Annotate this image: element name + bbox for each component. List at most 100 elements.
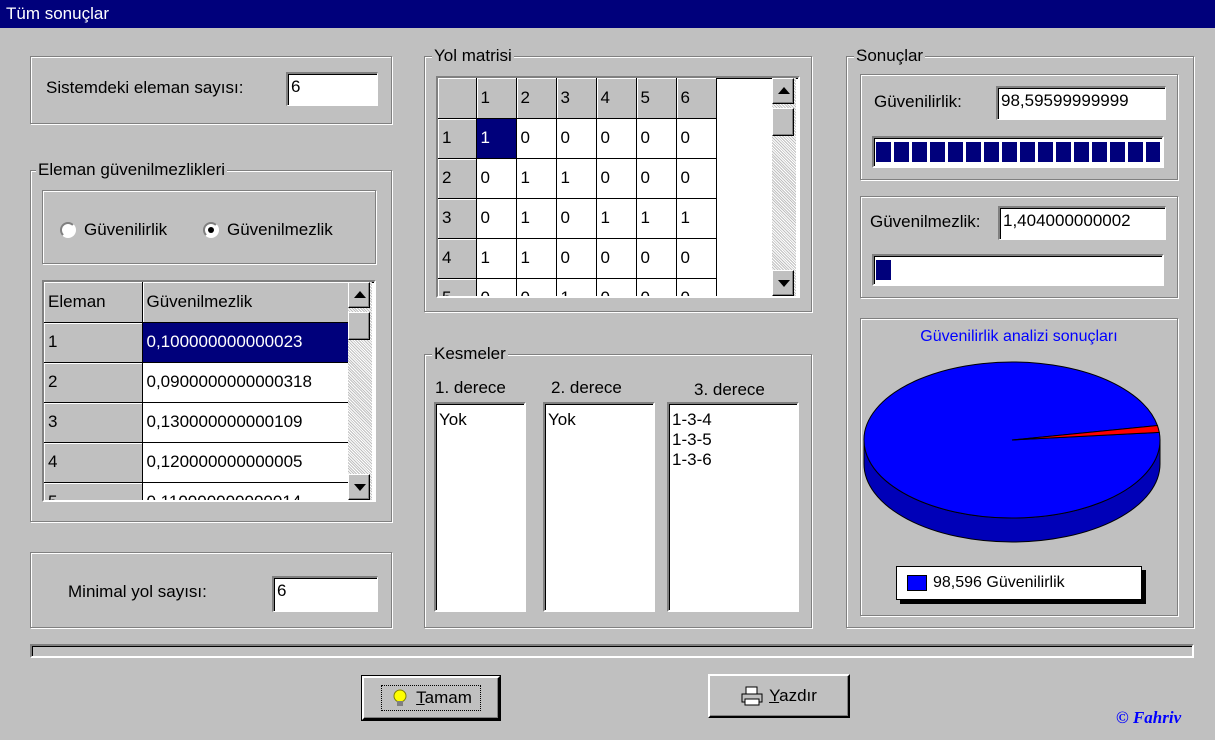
matrix-cell[interactable]: 1	[556, 158, 597, 199]
table-row[interactable]: 2 0 1 1 0 0 0	[438, 158, 717, 199]
matrix-cell[interactable]: 1	[556, 278, 597, 296]
print-button[interactable]: Yazdır	[708, 674, 850, 718]
cuts-list-2[interactable]: Yok	[543, 402, 655, 612]
scroll-up-button[interactable]	[348, 282, 370, 308]
matrix-cell[interactable]: 0	[556, 118, 597, 159]
scroll-up-button[interactable]	[772, 78, 794, 104]
grid-scrollbar[interactable]	[348, 282, 372, 500]
path-matrix-grid[interactable]: 1 2 3 4 5 6 1 1 0 0 0 0 0 2 0 1 1 0 0 0 …	[436, 76, 800, 298]
grid-row-label: 2	[44, 362, 143, 403]
lightbulb-icon	[393, 689, 407, 706]
grid-cell[interactable]: 0,110000000000014	[142, 482, 349, 500]
grid-cell[interactable]: 0,120000000000005	[142, 442, 349, 483]
matrix-cell[interactable]: 1	[516, 198, 557, 239]
list-item[interactable]: 1-3-4	[672, 410, 794, 430]
matrix-cell[interactable]: 0	[476, 158, 517, 199]
scroll-thumb[interactable]	[348, 312, 370, 340]
matrix-cell[interactable]: 0	[676, 238, 717, 279]
reliability-field[interactable]: 98,59599999999	[996, 86, 1166, 120]
matrix-cell[interactable]: 0	[676, 278, 717, 296]
matrix-col-header: 6	[676, 78, 717, 119]
status-bar	[30, 644, 1194, 658]
cuts-list-1[interactable]: Yok	[434, 402, 526, 612]
cuts-list-3[interactable]: 1-3-4 1-3-5 1-3-6	[667, 402, 799, 612]
list-item[interactable]: Yok	[439, 410, 521, 430]
ok-button[interactable]: Tamam	[361, 675, 501, 721]
radio-unreliability-label: Güvenilmezlik	[227, 220, 333, 239]
progress-block	[876, 142, 891, 162]
list-item[interactable]: Yok	[548, 410, 650, 430]
matrix-cell[interactable]: 0	[676, 158, 717, 199]
scroll-down-button[interactable]	[772, 270, 794, 296]
matrix-cell[interactable]: 0	[596, 238, 637, 279]
radio-reliability[interactable]: Güvenilirlik	[60, 220, 167, 240]
radio-unreliability[interactable]: Güvenilmezlik	[203, 220, 333, 240]
matrix-cell[interactable]: 1	[516, 158, 557, 199]
matrix-cell[interactable]: 0	[636, 118, 677, 159]
progress-block	[1056, 142, 1071, 162]
matrix-cell[interactable]: 0	[476, 278, 517, 296]
progress-block	[1092, 142, 1107, 162]
grid-cell[interactable]: 0,100000000000023	[142, 322, 349, 363]
table-row[interactable]: 4 1 1 0 0 0 0	[438, 238, 717, 279]
list-item[interactable]: 1-3-6	[672, 450, 794, 470]
scroll-thumb[interactable]	[772, 108, 794, 136]
matrix-cell[interactable]: 0	[476, 198, 517, 239]
table-row[interactable]: 2 0,0900000000000318	[44, 362, 349, 403]
matrix-cell[interactable]: 0	[516, 118, 557, 159]
table-row[interactable]: 5 0,110000000000014	[44, 482, 349, 500]
progress-block	[984, 142, 999, 162]
grid-header-unreliability: Güvenilmezlik	[142, 282, 349, 323]
matrix-cell[interactable]: 0	[596, 278, 637, 296]
matrix-scrollbar[interactable]	[772, 78, 796, 296]
matrix-cell[interactable]: 1	[596, 198, 637, 239]
matrix-cell[interactable]: 1	[636, 198, 677, 239]
scroll-down-button[interactable]	[348, 474, 370, 500]
list-item[interactable]: 1-3-5	[672, 430, 794, 450]
element-count-field[interactable]: 6	[286, 72, 378, 106]
results-title: Sonuçlar	[854, 46, 926, 66]
legend-swatch	[907, 575, 927, 591]
element-count-label: Sistemdeki eleman sayısı:	[46, 78, 244, 97]
matrix-cell[interactable]: 0	[556, 198, 597, 239]
element-unreliability-title: Eleman güvenilmezlikleri	[36, 160, 228, 180]
progress-block	[912, 142, 927, 162]
grid-row-label: 4	[44, 442, 143, 483]
matrix-cell[interactable]: 1	[476, 118, 517, 159]
matrix-cell[interactable]: 0	[636, 238, 677, 279]
progress-block	[894, 142, 909, 162]
arrow-up-icon	[354, 291, 366, 298]
unreliability-progress	[872, 254, 1164, 286]
matrix-cell[interactable]: 0	[596, 118, 637, 159]
matrix-row-header: 2	[438, 158, 477, 199]
matrix-col-header: 5	[636, 78, 677, 119]
credit-text: © Fahriv	[1116, 708, 1182, 727]
matrix-cell[interactable]: 1	[676, 198, 717, 239]
radio-unreliability-indicator[interactable]	[203, 222, 219, 238]
arrow-down-icon	[354, 484, 366, 491]
table-row[interactable]: 4 0,120000000000005	[44, 442, 349, 483]
unreliability-field[interactable]: 1,404000000002	[998, 206, 1166, 240]
table-row[interactable]: 1 0,100000000000023	[44, 322, 349, 363]
matrix-cell[interactable]: 0	[636, 278, 677, 296]
progress-block	[876, 260, 891, 280]
matrix-cell[interactable]: 0	[556, 238, 597, 279]
matrix-cell[interactable]: 0	[596, 158, 637, 199]
matrix-cell[interactable]: 0	[516, 278, 557, 296]
matrix-cell[interactable]: 0	[676, 118, 717, 159]
table-row[interactable]: 3 0 1 0 1 1 1	[438, 198, 717, 239]
grid-cell[interactable]: 0,130000000000109	[142, 402, 349, 443]
table-row[interactable]: 5 0 0 1 0 0 0	[438, 278, 717, 296]
minimal-path-field[interactable]: 6	[272, 576, 378, 612]
matrix-cell[interactable]: 1	[516, 238, 557, 279]
table-row[interactable]: 1 1 0 0 0 0 0	[438, 118, 717, 159]
grid-cell[interactable]: 0,0900000000000318	[142, 362, 349, 403]
matrix-cell[interactable]: 0	[636, 158, 677, 199]
radio-reliability-label: Güvenilirlik	[84, 220, 168, 239]
progress-block	[1020, 142, 1035, 162]
radio-reliability-indicator[interactable]	[60, 222, 76, 238]
table-row[interactable]: 3 0,130000000000109	[44, 402, 349, 443]
progress-block	[930, 142, 945, 162]
matrix-cell[interactable]: 1	[476, 238, 517, 279]
unreliability-grid[interactable]: Eleman Güvenilmezlik 1 0,100000000000023…	[42, 280, 376, 502]
